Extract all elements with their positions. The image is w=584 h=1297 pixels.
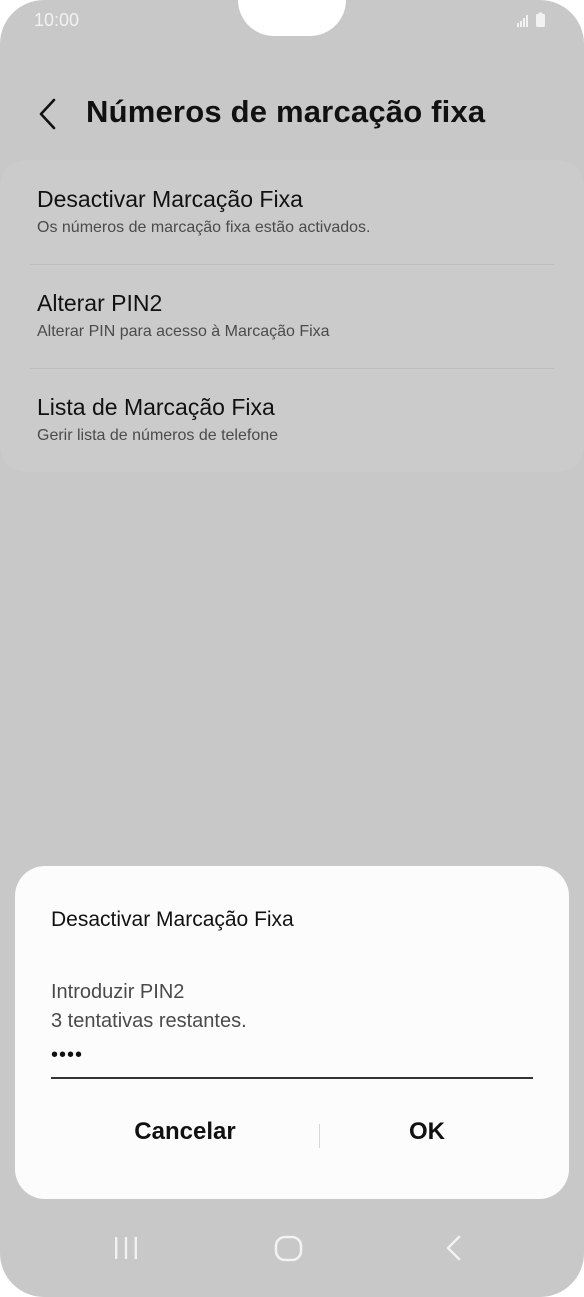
back-icon[interactable] (440, 1228, 466, 1268)
pin-input[interactable]: •••• (51, 1044, 83, 1067)
list-item-disable-fdn[interactable]: Desactivar Marcação Fixa Os números de m… (37, 186, 557, 237)
cancel-button[interactable]: Cancelar (85, 1118, 285, 1146)
list-item-title: Lista de Marcação Fixa (37, 394, 275, 420)
ok-button[interactable]: OK (327, 1118, 527, 1146)
button-separator (319, 1124, 320, 1148)
list-item-subtitle: Gerir lista de números de telefone (37, 427, 279, 444)
list-divider (30, 264, 554, 265)
dialog-title: Desactivar Marcação Fixa (51, 908, 294, 931)
list-item-fdn-list[interactable]: Lista de Marcação Fixa Gerir lista de nú… (37, 394, 557, 445)
list-item-subtitle: Os números de marcação fixa estão activa… (37, 219, 371, 236)
app-header: Números de marcação fixa (0, 82, 584, 146)
phone-screen: 10:00 Números de marcação fixa Desactiva… (0, 0, 584, 1297)
pin-dialog: Desactivar Marcação Fixa Introduzir PIN2… (15, 866, 569, 1199)
recents-icon[interactable] (110, 1228, 142, 1268)
list-item-change-pin2[interactable]: Alterar PIN2 Alterar PIN para acesso à M… (37, 290, 557, 341)
navigation-bar (0, 1228, 584, 1288)
dialog-attempts: 3 tentativas restantes. (51, 1010, 247, 1032)
home-icon[interactable] (272, 1228, 306, 1268)
list-item-title: Desactivar Marcação Fixa (37, 186, 303, 212)
list-divider (30, 368, 554, 369)
list-item-subtitle: Alterar PIN para acesso à Marcação Fixa (37, 323, 330, 340)
status-bar: 10:00 (0, 0, 584, 40)
signal-icon (517, 12, 545, 27)
dialog-prompt: Introduzir PIN2 (51, 981, 185, 1003)
battery-icon (536, 12, 545, 27)
chevron-left-icon[interactable] (36, 96, 60, 132)
page-title: Números de marcação fixa (86, 94, 486, 129)
settings-list: Desactivar Marcação Fixa Os números de m… (0, 160, 584, 472)
status-time: 10:00 (34, 10, 80, 30)
dialog-message: Introduzir PIN2 3 tentativas restantes. (51, 978, 247, 1036)
pin-input-underline (51, 1077, 533, 1079)
list-item-title: Alterar PIN2 (37, 290, 163, 316)
